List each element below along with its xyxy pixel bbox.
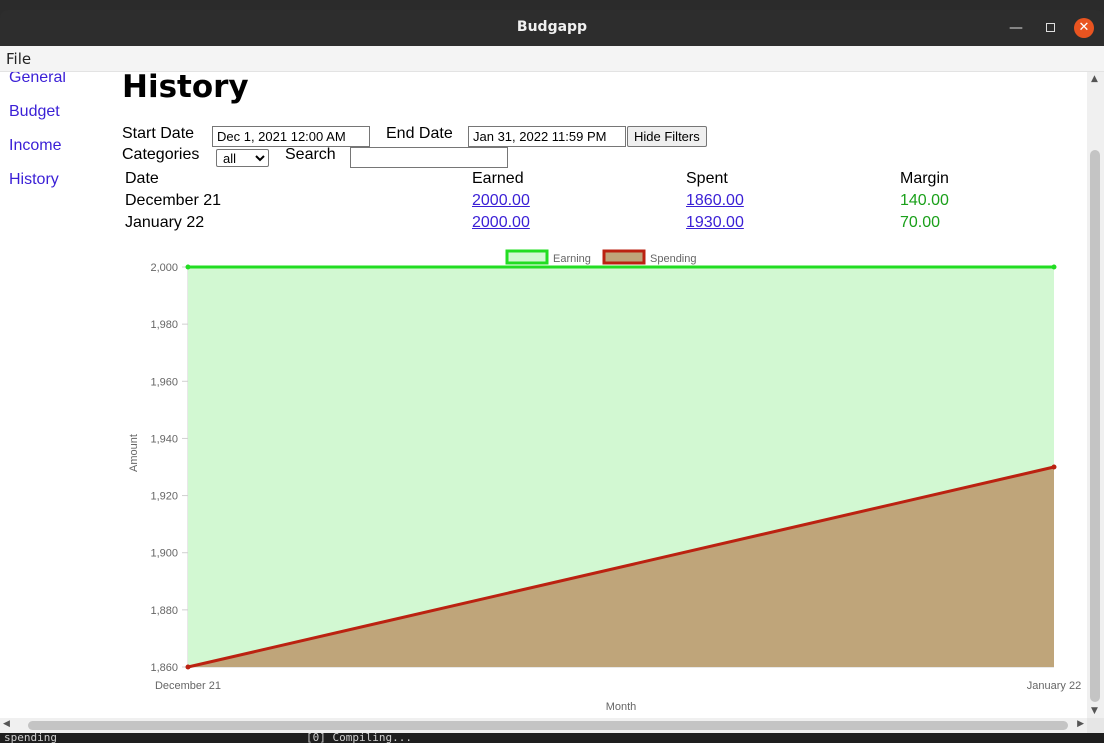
y-tick-label: 1,900 [150,548,178,560]
nav-income[interactable]: Income [9,137,61,155]
row-margin: 140.00 [900,192,949,209]
close-icon[interactable]: ✕ [1074,18,1094,38]
data-point-spending [185,664,191,670]
data-point-earning [1051,264,1057,270]
vertical-scrollbar[interactable]: ▲ ▼ [1087,72,1104,718]
y-tick-label: 1,940 [150,433,178,445]
horizontal-scrollbar[interactable]: ◀ ▶ [0,718,1087,733]
maximize-icon[interactable] [1040,18,1060,38]
menu-file[interactable]: File [6,50,31,68]
categories-label: Categories [122,146,200,163]
legend-label-spending: Spending [650,253,697,265]
legend-swatch-spending [602,249,646,265]
nav-history[interactable]: History [9,171,59,189]
y-tick-label: 1,960 [150,376,178,388]
row-date: December 21 [125,192,222,209]
start-date-input[interactable] [212,126,370,147]
x-axis-label: Month [606,701,637,713]
row-earned-link[interactable]: 2000.00 [472,214,530,232]
history-chart: 1,860 1,880 1,900 1,920 1,940 1,960 1,980 2,000… [128,249,1081,713]
page-title: History [122,72,249,105]
scrollbar-corner [1087,718,1104,733]
row-date: January 22 [125,214,205,231]
search-label: Search [285,146,336,163]
col-header-date: Date [125,170,159,187]
data-point-earning [185,264,191,270]
scroll-right-icon[interactable]: ▶ [1077,719,1084,729]
row-spent-link[interactable]: 1930.00 [686,214,744,232]
search-input[interactable] [350,147,508,168]
hide-filters-button[interactable]: Hide Filters [627,126,707,147]
menubar: File [0,46,1104,72]
y-axis-label: Amount [128,434,140,472]
nav-budget[interactable]: Budget [9,103,60,121]
end-date-input[interactable] [468,126,626,147]
legend-swatch-earning [505,249,549,265]
y-tick-label: 1,920 [150,491,178,503]
y-tick-label: 1,980 [150,319,178,331]
row-spent-link[interactable]: 1860.00 [686,192,744,210]
legend-label-earning: Earning [553,253,591,265]
x-tick-label: January 22 [1027,680,1081,692]
row-margin: 70.00 [900,214,941,231]
categories-select[interactable]: all [216,149,269,167]
minimize-icon[interactable]: — [1006,18,1026,38]
scroll-left-icon[interactable]: ◀ [3,719,10,729]
app-content: General Budget Income History History St… [0,72,1087,718]
nav-general[interactable]: General [9,72,66,87]
chart-legend: Earning Spending [505,249,697,265]
scroll-down-icon[interactable]: ▼ [1091,706,1098,716]
chart-areas [185,264,1057,670]
data-point-spending [1051,464,1057,470]
x-tick-label: December 21 [155,680,221,692]
scroll-up-icon[interactable]: ▲ [1091,74,1098,84]
end-date-label: End Date [386,125,453,142]
col-header-spent: Spent [686,170,728,187]
start-date-label: Start Date [122,125,195,142]
col-header-margin: Margin [900,170,949,187]
window-titlebar: Budgapp — ✕ [0,10,1104,46]
y-tick-label: 1,860 [150,662,178,674]
horizontal-scroll-thumb[interactable] [28,721,1068,730]
terminal-text-left: spending [4,733,57,743]
window-title: Budgapp [516,19,588,35]
background-terminal: spending [0] Compiling... [0,733,1104,743]
y-tick-label: 2,000 [150,262,178,274]
col-header-earned: Earned [472,170,524,187]
vertical-scroll-thumb[interactable] [1090,150,1100,702]
row-earned-link[interactable]: 2000.00 [472,192,530,210]
terminal-text-right: [0] Compiling... [306,733,412,743]
y-tick-label: 1,880 [150,605,178,617]
